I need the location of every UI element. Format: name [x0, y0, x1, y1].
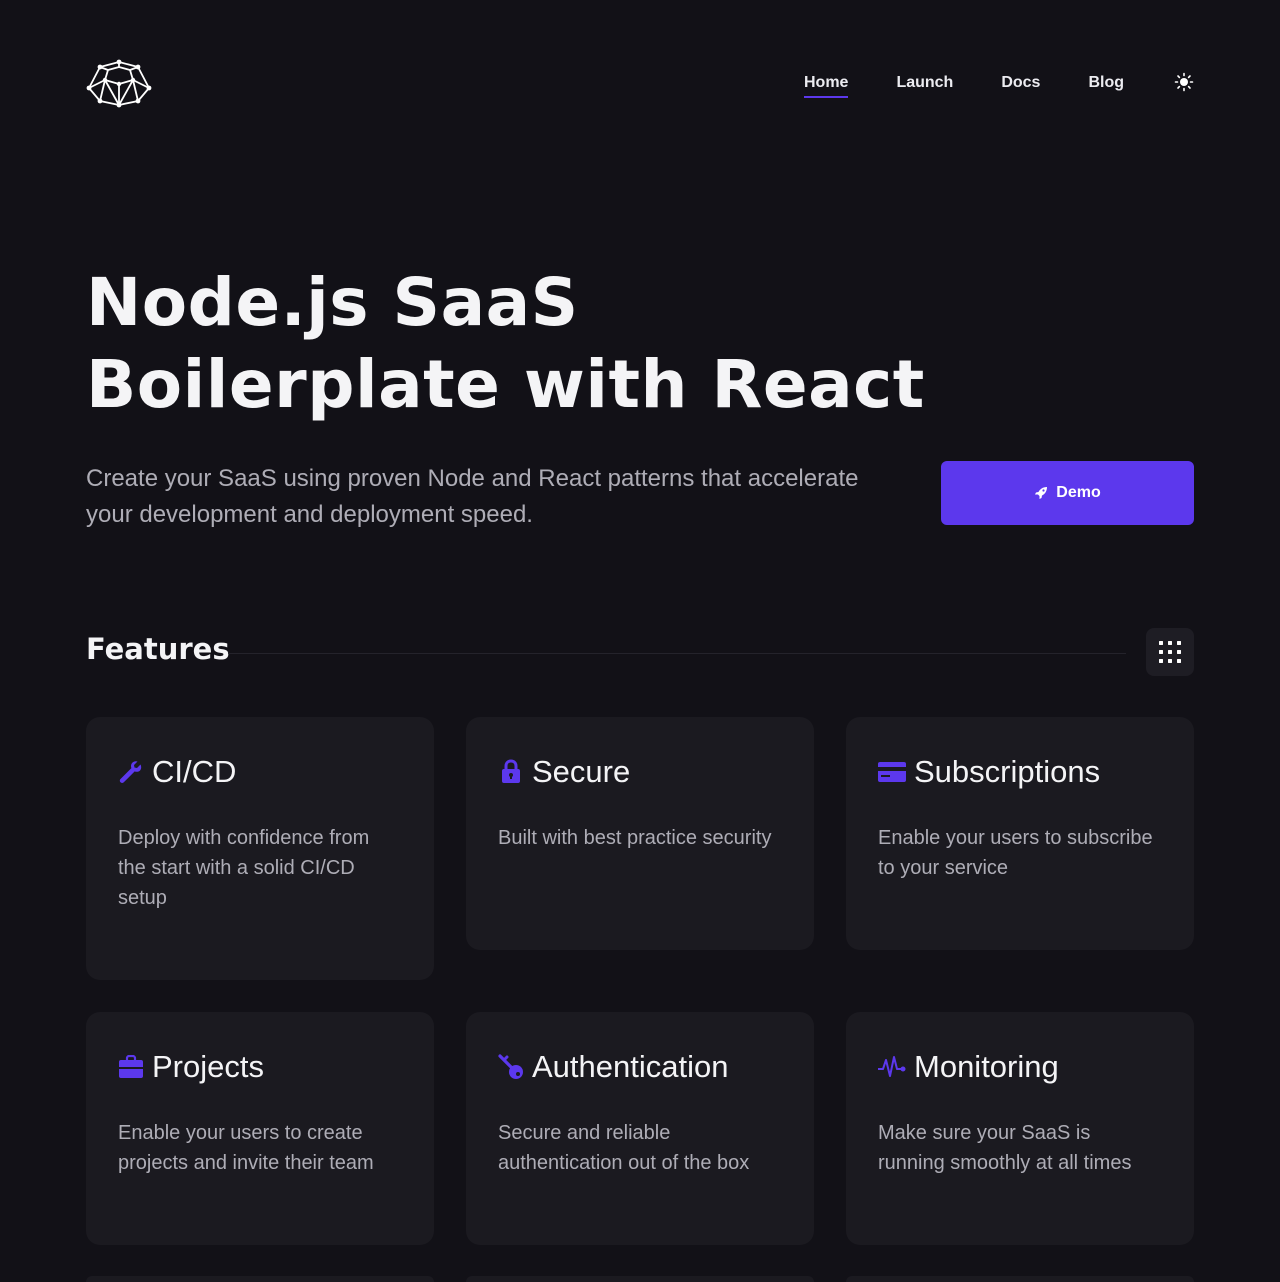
feature-title: Authentication — [532, 1049, 729, 1084]
feature-card-projects: Projects Enable your users to create pro… — [86, 1012, 434, 1245]
feature-card-partial — [466, 1276, 814, 1282]
activity-icon — [878, 1054, 906, 1080]
nav-blog[interactable]: Blog — [1088, 74, 1124, 98]
hero-title-line-1: Node.js SaaS — [86, 264, 579, 341]
feature-description: Secure and reliable authentication out o… — [498, 1122, 750, 1174]
feature-title: Secure — [532, 754, 631, 789]
grid-view-button[interactable] — [1146, 628, 1194, 676]
hero-subtitle: Create your SaaS using proven Node and R… — [86, 465, 859, 528]
logo-icon[interactable] — [86, 58, 152, 110]
feature-title: CI/CD — [152, 754, 237, 789]
demo-button-label: Demo — [1056, 484, 1101, 501]
demo-button[interactable]: Demo — [941, 461, 1194, 525]
feature-title: Subscriptions — [914, 754, 1101, 789]
feature-description: Deploy with confidence from the start wi… — [118, 827, 370, 909]
grid-icon — [1159, 641, 1181, 663]
key-icon — [498, 1054, 524, 1080]
rocket-icon — [1035, 487, 1048, 499]
sun-icon[interactable] — [1174, 72, 1194, 92]
nav-launch[interactable]: Launch — [896, 74, 953, 98]
feature-description: Enable your users to subscribe to your s… — [878, 827, 1153, 879]
feature-card-secure: Secure Built with best practice security — [466, 717, 814, 950]
features-title: Features — [86, 632, 230, 666]
credit-card-icon — [878, 759, 906, 785]
features-header: Features — [86, 628, 1194, 678]
main-nav: Home Launch Docs Blog — [756, 72, 1194, 98]
feature-description: Built with best practice security — [498, 827, 772, 849]
feature-card-partial — [86, 1276, 434, 1282]
feature-card-authentication: Authentication Secure and reliable authe… — [466, 1012, 814, 1245]
lock-icon — [498, 759, 524, 785]
feature-card-cicd: CI/CD Deploy with confidence from the st… — [86, 717, 434, 980]
wrench-icon — [118, 759, 144, 785]
site-header: Home Launch Docs Blog — [86, 58, 1194, 118]
feature-description: Make sure your SaaS is running smoothly … — [878, 1122, 1132, 1174]
feature-title: Monitoring — [914, 1049, 1059, 1084]
feature-title: Projects — [152, 1049, 264, 1084]
hero-title-line-2: Boilerplate with React — [86, 346, 925, 423]
feature-card-subscriptions: Subscriptions Enable your users to subsc… — [846, 717, 1194, 950]
features-divider — [228, 653, 1126, 654]
briefcase-icon — [118, 1054, 144, 1080]
nav-home[interactable]: Home — [803, 74, 849, 98]
nav-docs[interactable]: Docs — [1001, 74, 1040, 98]
feature-description: Enable your users to create projects and… — [118, 1122, 374, 1174]
feature-card-monitoring: Monitoring Make sure your SaaS is runnin… — [846, 1012, 1194, 1245]
feature-card-partial — [846, 1276, 1194, 1282]
hero-title: Node.js SaaS Boilerplate with React — [86, 262, 925, 426]
